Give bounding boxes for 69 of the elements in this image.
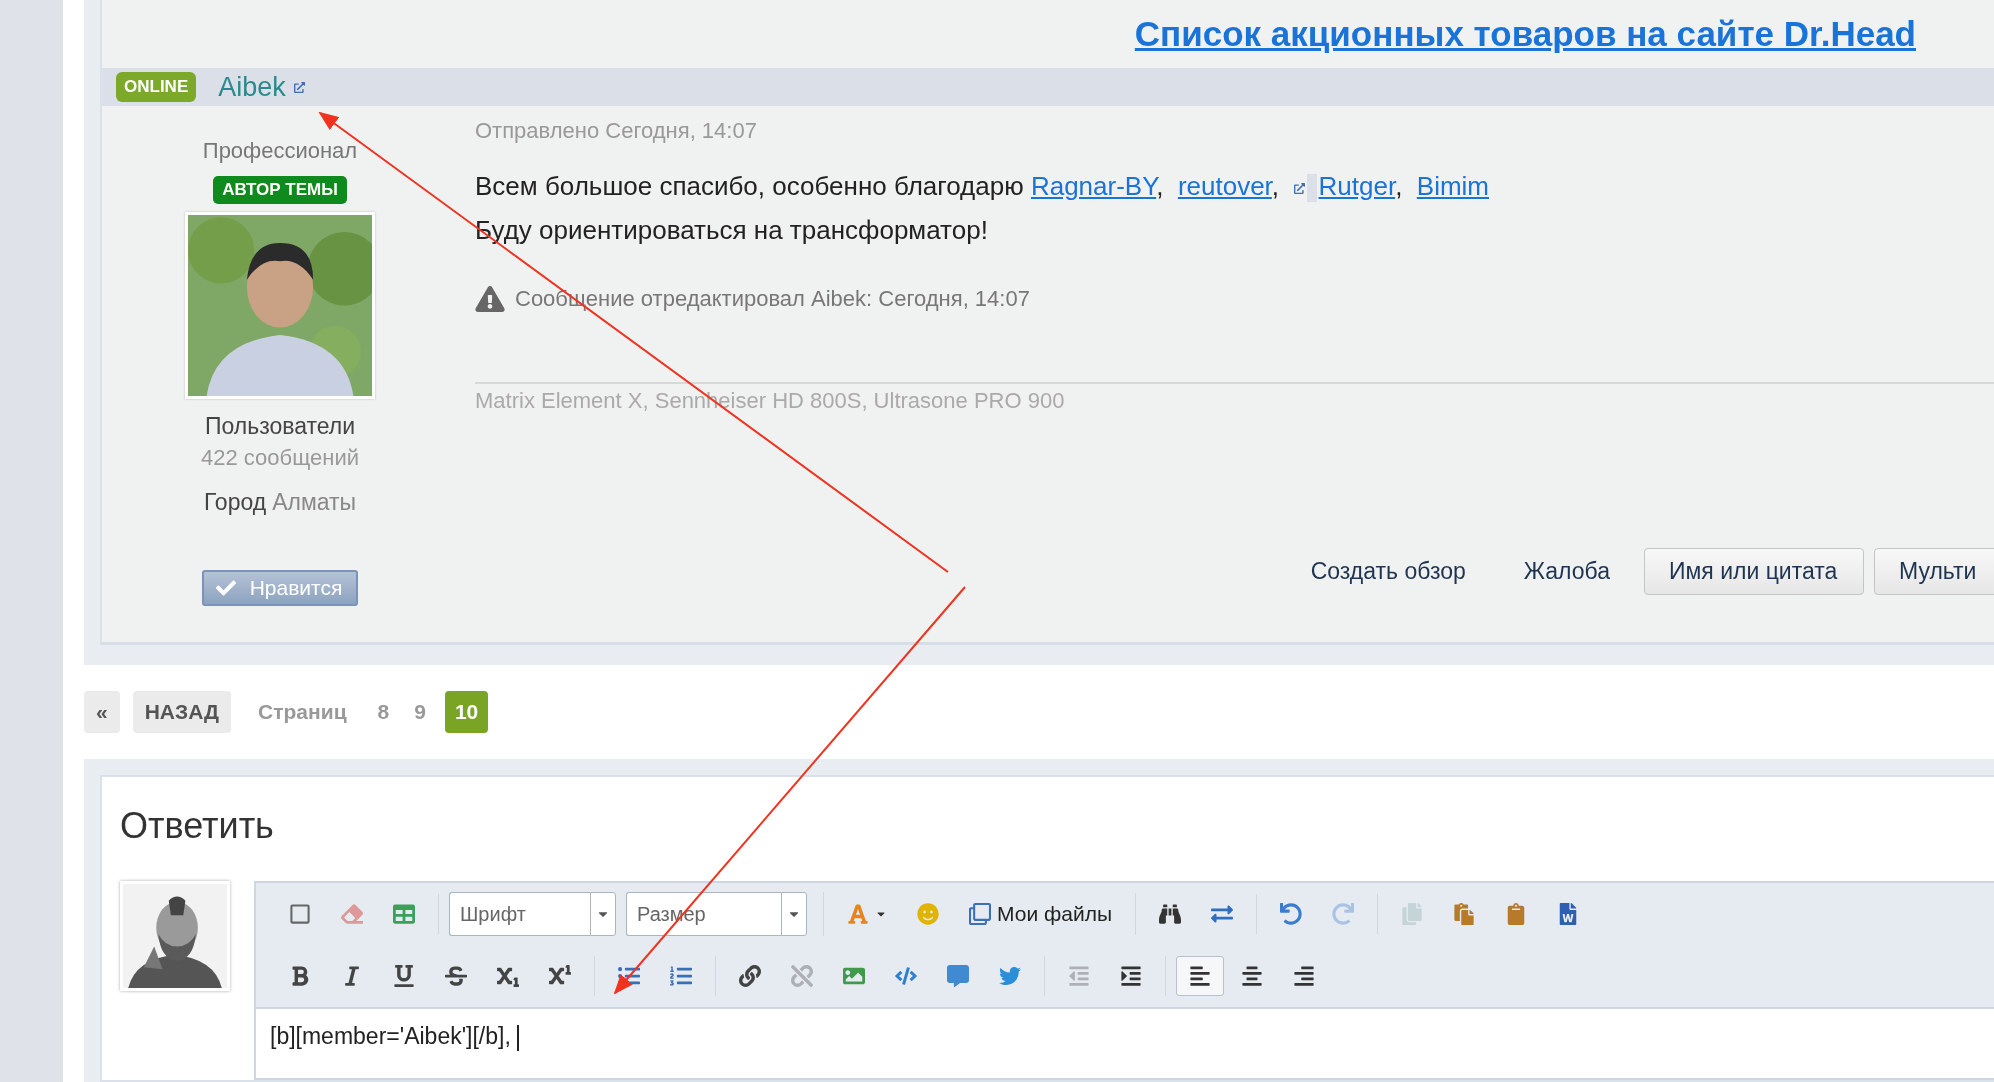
code-icon [895,965,917,987]
mention-link[interactable]: Bimim [1416,171,1490,201]
member-group: Пользователи [204,413,356,440]
mention-link[interactable]: Rutger [1318,171,1396,201]
text-color-icon [847,903,869,925]
author-link[interactable]: Aibek [218,71,305,103]
page-link[interactable]: 8 [371,691,396,733]
action-button[interactable]: Мульти [1874,548,1994,595]
mention-link[interactable]: reutover [1177,171,1272,201]
image-icon [843,965,865,987]
template-icon [393,903,415,925]
dropdown-field[interactable]: Шрифт [449,892,590,936]
undo-icon [1280,903,1302,925]
my-files-button[interactable]: Мои файлы [956,893,1125,935]
page-link[interactable]: 10 [444,691,489,733]
message-text: Всем большое спасибо, особенно благодарю Ragnar-BY, reutover, Rutger, Bimim [475,170,1491,205]
smiley-icon [917,903,939,925]
message-text: Буду ориентироваться на трансформатор! [475,214,989,247]
back-button[interactable]: НАЗАД [132,691,232,733]
underline-icon [393,965,415,987]
reply-title: Ответить [120,805,275,847]
action-link[interactable]: Создать обзор [1310,558,1466,585]
subscript-icon [497,965,519,987]
action-button[interactable]: Имя или цитата [1644,548,1864,595]
align-left-button[interactable] [1176,956,1224,996]
check-icon [215,578,236,598]
paste-text-icon [1505,903,1527,925]
city-label: Город [203,489,267,516]
bbcode-icon [1211,903,1233,925]
pages-label: Страниц [258,700,347,724]
eraser-icon [341,903,363,925]
action-link[interactable]: Жалоба [1523,558,1610,585]
copy-icon [1401,903,1423,925]
unlink-icon [791,965,813,987]
align-right-icon [1293,965,1315,987]
first-page-button[interactable]: « [84,691,120,733]
numbered-list-icon [670,965,692,987]
paste-word-icon [1557,903,1579,925]
strikethrough-icon [445,965,467,987]
mention-link[interactable]: Ragnar-BY [1030,171,1157,201]
paste-icon [1453,903,1475,925]
superscript-icon [549,965,571,987]
topic-author-badge: АВТОР ТЕМЫ [213,176,347,204]
city-value: Алматы [272,489,357,516]
member-rank: Профессионал [202,138,358,164]
bullet-list-icon [618,965,640,987]
source-icon [289,903,311,925]
quote-icon [947,965,969,987]
indent-icon [1120,965,1142,987]
like-button[interactable]: Нравится [201,570,359,606]
my-files-icon [969,903,991,925]
redo-icon [1332,903,1354,925]
dropdown-arrow-button[interactable] [781,892,807,936]
post-date: Отправлено Сегодня, 14:07 [475,118,758,144]
tweet-icon [999,965,1021,987]
align-center-icon [1241,965,1263,987]
align-left-icon [1189,965,1211,987]
warning-icon [475,286,505,312]
dropdown-arrow-button[interactable] [590,892,616,936]
link-icon [739,965,761,987]
promo-link[interactable]: Список акционных товаров на сайте Dr.Head [1134,14,1916,54]
text-cursor [517,1024,520,1051]
message-editor[interactable]: [b][member='Aibek'][/b], [256,1007,1994,1078]
outdent-icon [1068,965,1090,987]
page-link[interactable]: 9 [408,691,432,733]
external-link-icon [293,81,305,93]
find-icon [1159,903,1181,925]
online-badge: ONLINE [116,72,197,102]
post-count: 422 сообщений [201,445,359,471]
